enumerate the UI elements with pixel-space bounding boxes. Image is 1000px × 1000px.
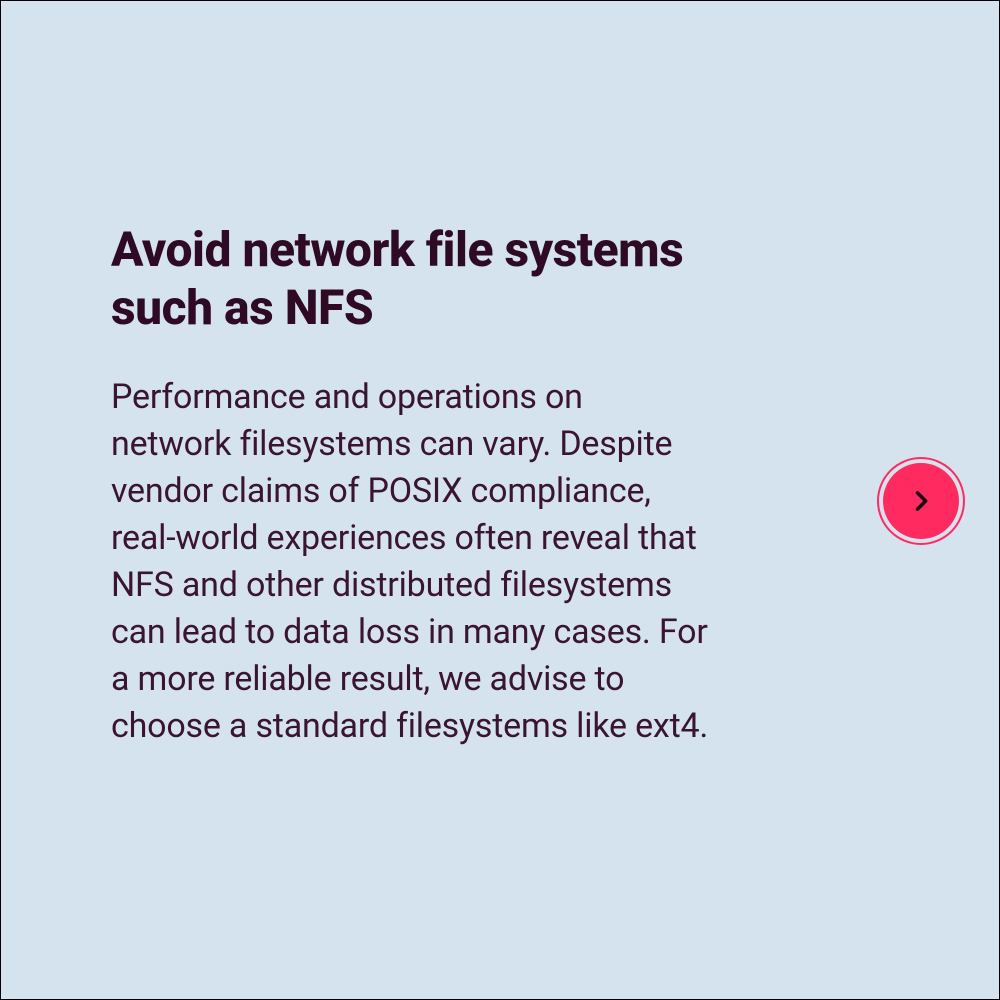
card-heading: Avoid network file systems such as NFS (111, 221, 711, 336)
info-card: Avoid network file systems such as NFS P… (1, 1, 831, 749)
chevron-right-icon (907, 487, 935, 515)
card-body: Performance and operations on network fi… (111, 374, 711, 749)
next-button[interactable] (883, 463, 959, 539)
